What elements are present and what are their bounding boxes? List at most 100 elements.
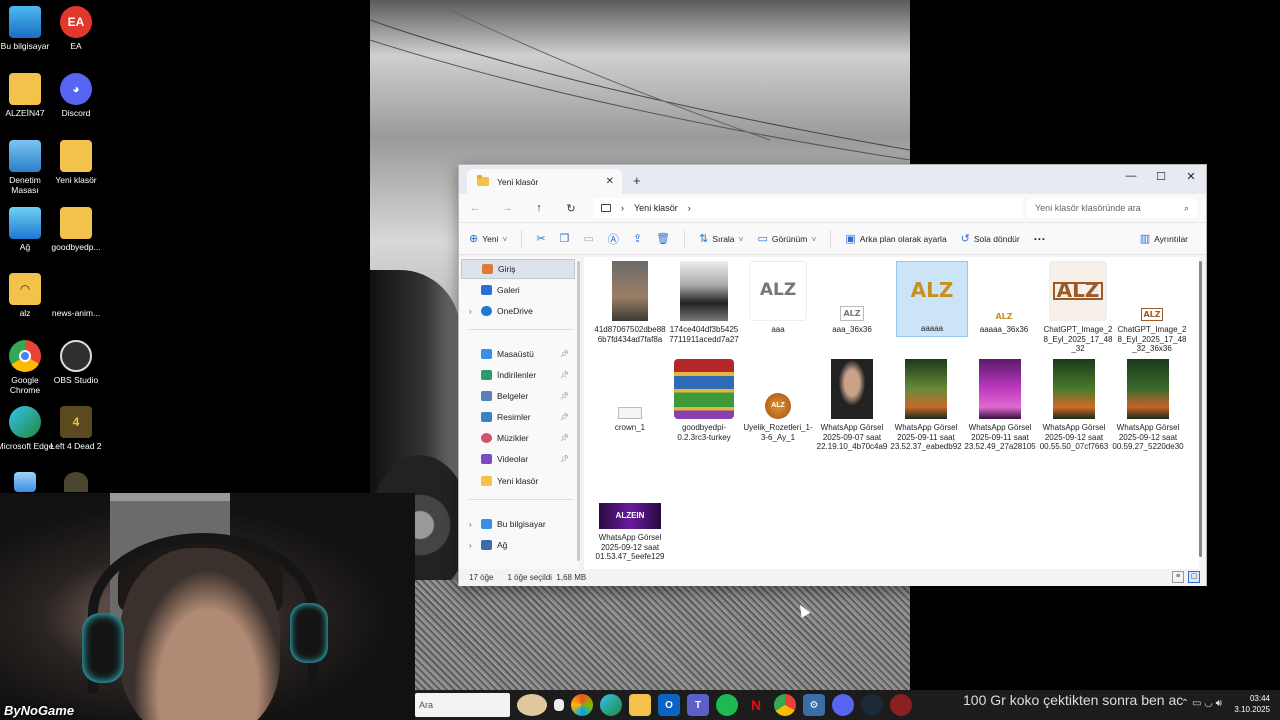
pin-icon: 📌︎	[560, 351, 569, 358]
rotate-left-button[interactable]: ↺ Sola döndür	[961, 232, 1020, 245]
spotify-icon[interactable]	[716, 694, 738, 716]
details-view-icon[interactable]: ≡	[1172, 571, 1184, 583]
file-item[interactable]: WhatsApp Görsel 2025-09-12 saat 00.59.27…	[1112, 359, 1184, 452]
chevron-right-icon[interactable]: ›	[469, 541, 472, 550]
desktop-icon-this-pc[interactable]: Bu bilgisayar	[0, 6, 54, 51]
task-view-icon[interactable]	[554, 699, 564, 711]
file-item[interactable]: 41d87067502dbe886b7fd434ad7faf8a	[594, 261, 666, 344]
file-item-selected[interactable]: ALZ aaaaa	[896, 261, 968, 337]
desktop-icon-discord[interactable]: ◕ Discord	[47, 73, 105, 118]
desktop-icon-obs[interactable]: OBS Studio	[47, 340, 105, 385]
file-item[interactable]: ALZ aaa	[742, 261, 814, 335]
nav-item-videos[interactable]: Videolar 📌︎	[461, 449, 575, 469]
chevron-right-icon[interactable]: ›	[469, 520, 472, 529]
copilot-icon[interactable]	[571, 694, 593, 716]
file-item[interactable]: ALZ Uyelik_Rozetleri_1-3-6_Ay_1	[742, 359, 814, 442]
badge-thumbnail: ALZ	[742, 359, 814, 419]
nav-item-new-folder[interactable]: Yeni klasör	[461, 471, 575, 491]
new-button[interactable]: ⊕ Yeni ˅	[469, 232, 507, 245]
view-button[interactable]: ▭ Görünüm ˅	[758, 232, 817, 245]
file-item[interactable]: WhatsApp Görsel 2025-09-12 saat 00.55.50…	[1038, 359, 1110, 452]
rename-button[interactable]: Ⓐ	[608, 231, 619, 247]
desktop-icon-new-folder[interactable]: Yeni klasör	[47, 140, 105, 185]
tab-yeni-klasor[interactable]: Yeni klasör ✕	[467, 169, 622, 194]
file-item[interactable]: ALZ aaaaa_36x36	[968, 261, 1040, 335]
file-item[interactable]: goodbyedpi-0.2.3rc3-turkey	[668, 359, 740, 442]
minimize-button[interactable]: —	[1116, 170, 1146, 182]
up-arrow-icon[interactable]: ↑	[523, 202, 555, 214]
sort-button[interactable]: ⇅ Sırala ˅	[699, 232, 743, 245]
new-tab-button[interactable]: +	[633, 173, 641, 188]
desktop-icon-alzein47[interactable]: ALZEİN47	[0, 73, 54, 118]
desktop-icon-goodbyedpi[interactable]: goodbyedp...	[47, 207, 105, 252]
nav-item-desktop[interactable]: Masaüstü 📌︎	[461, 344, 575, 364]
banner-thumbnail: ALZEIN	[599, 503, 661, 529]
edge-taskbar-icon[interactable]	[600, 694, 622, 716]
nav-item-network[interactable]: › Ağ	[461, 535, 575, 555]
taskbar-search-input[interactable]: Ara	[415, 693, 510, 717]
nav-item-pictures[interactable]: Resimler 📌︎	[461, 407, 575, 427]
file-item[interactable]: WhatsApp Görsel 2025-09-11 saat 23.52.49…	[964, 359, 1036, 452]
outlook-icon[interactable]: O	[658, 694, 680, 716]
tab-close-icon[interactable]: ✕	[606, 176, 614, 187]
desktop-icon-alz[interactable]: ◠ alz	[0, 273, 54, 318]
cut-button[interactable]: ✂	[536, 232, 545, 245]
file-item[interactable]: crown_1	[594, 359, 666, 433]
file-item[interactable]: ALZEIN WhatsApp Görsel 2025-09-12 saat 0…	[594, 503, 666, 562]
clock[interactable]: 03:44 3.10.2025	[1234, 693, 1270, 715]
file-explorer-taskbar-icon[interactable]	[629, 694, 651, 716]
file-item[interactable]: 174ce404df3b54257711911acedd7a27	[668, 261, 740, 344]
desktop-icon-game2[interactable]	[47, 472, 105, 495]
nav-item-this-pc[interactable]: › Bu bilgisayar	[461, 514, 575, 534]
search-input[interactable]: Yeni klasör klasöründe ara ⌕	[1027, 198, 1197, 218]
share-button[interactable]: ⇪	[633, 232, 642, 245]
desktop-icon-chrome[interactable]: Google Chrome	[0, 340, 54, 395]
teams-icon[interactable]: T	[687, 694, 709, 716]
steam-icon[interactable]	[861, 694, 883, 716]
address-bar[interactable]: › Yeni klasör ›	[593, 198, 1023, 218]
breadcrumb-separator-trailing[interactable]: ›	[688, 203, 691, 213]
desktop-icon-network[interactable]: Ağ	[0, 207, 54, 252]
nav-item-downloads[interactable]: İndirilenler 📌︎	[461, 365, 575, 385]
tiles-view-icon[interactable]: ▢	[1188, 571, 1200, 583]
breadcrumb-current[interactable]: Yeni klasör	[634, 203, 678, 213]
copy-button[interactable]: ❐	[560, 232, 570, 245]
chrome-taskbar-icon[interactable]	[774, 694, 796, 716]
crown-thumbnail	[594, 359, 666, 419]
file-item[interactable]: ALZ ChatGPT_Image_28_Eyl_2025_17_48_32	[1042, 261, 1114, 354]
desktop-icon-control-panel[interactable]: Denetim Masası	[0, 140, 54, 195]
nav-item-music[interactable]: Müzikler 📌︎	[461, 428, 575, 448]
discord-taskbar-icon[interactable]	[832, 694, 854, 716]
desktop-icon-edge[interactable]: Microsoft Edge	[0, 406, 54, 451]
nav-item-gallery[interactable]: Galeri	[461, 280, 575, 300]
nav-item-home[interactable]: Giriş	[461, 259, 575, 279]
back-arrow-icon[interactable]: ←	[459, 202, 491, 214]
paste-button[interactable]: ▭	[584, 232, 594, 245]
widgets-icon[interactable]	[517, 694, 547, 716]
close-button[interactable]: ✕	[1176, 170, 1206, 183]
details-button[interactable]: ▥ Ayrıntılar	[1140, 232, 1188, 245]
delete-button[interactable]: 🗑︎	[656, 232, 670, 245]
file-item[interactable]: ALZ ChatGPT_Image_28_Eyl_2025_17_48_32_3…	[1116, 261, 1188, 354]
content-scrollbar[interactable]	[1199, 261, 1202, 557]
chevron-right-icon[interactable]: ›	[469, 307, 472, 316]
nav-scrollbar[interactable]	[577, 261, 580, 561]
nav-item-documents[interactable]: Belgeler 📌︎	[461, 386, 575, 406]
settings-icon[interactable]: ⚙	[803, 694, 825, 716]
desktop-icon-news-anim[interactable]: news-anim...	[47, 273, 105, 318]
file-item[interactable]: WhatsApp Görsel 2025-09-07 saat 22.19.10…	[816, 359, 888, 452]
desktop-icon-recycle-bin[interactable]	[0, 472, 54, 495]
set-background-button[interactable]: ▣ Arka plan olarak ayarla	[845, 232, 946, 245]
file-item[interactable]: WhatsApp Görsel 2025-09-11 saat 23.52.37…	[890, 359, 962, 452]
file-item[interactable]: ALZ aaa_36x36	[816, 261, 888, 335]
refresh-icon[interactable]: ↻	[555, 202, 587, 215]
more-options-button[interactable]: ···	[1034, 232, 1046, 246]
netflix-icon[interactable]: N	[745, 694, 767, 716]
desktop-icon-l4d2[interactable]: 4 Left 4 Dead 2	[47, 406, 105, 451]
system-tray-icons[interactable]: ⌃ ▭ ◡ 🔊︎	[1181, 698, 1222, 709]
app-icon[interactable]	[890, 694, 912, 716]
desktop-icon-ea[interactable]: EA EA	[47, 6, 105, 51]
forward-arrow-icon[interactable]: →	[491, 202, 523, 214]
nav-item-onedrive[interactable]: › OneDrive	[461, 301, 575, 321]
maximize-button[interactable]: ☐	[1146, 170, 1176, 183]
